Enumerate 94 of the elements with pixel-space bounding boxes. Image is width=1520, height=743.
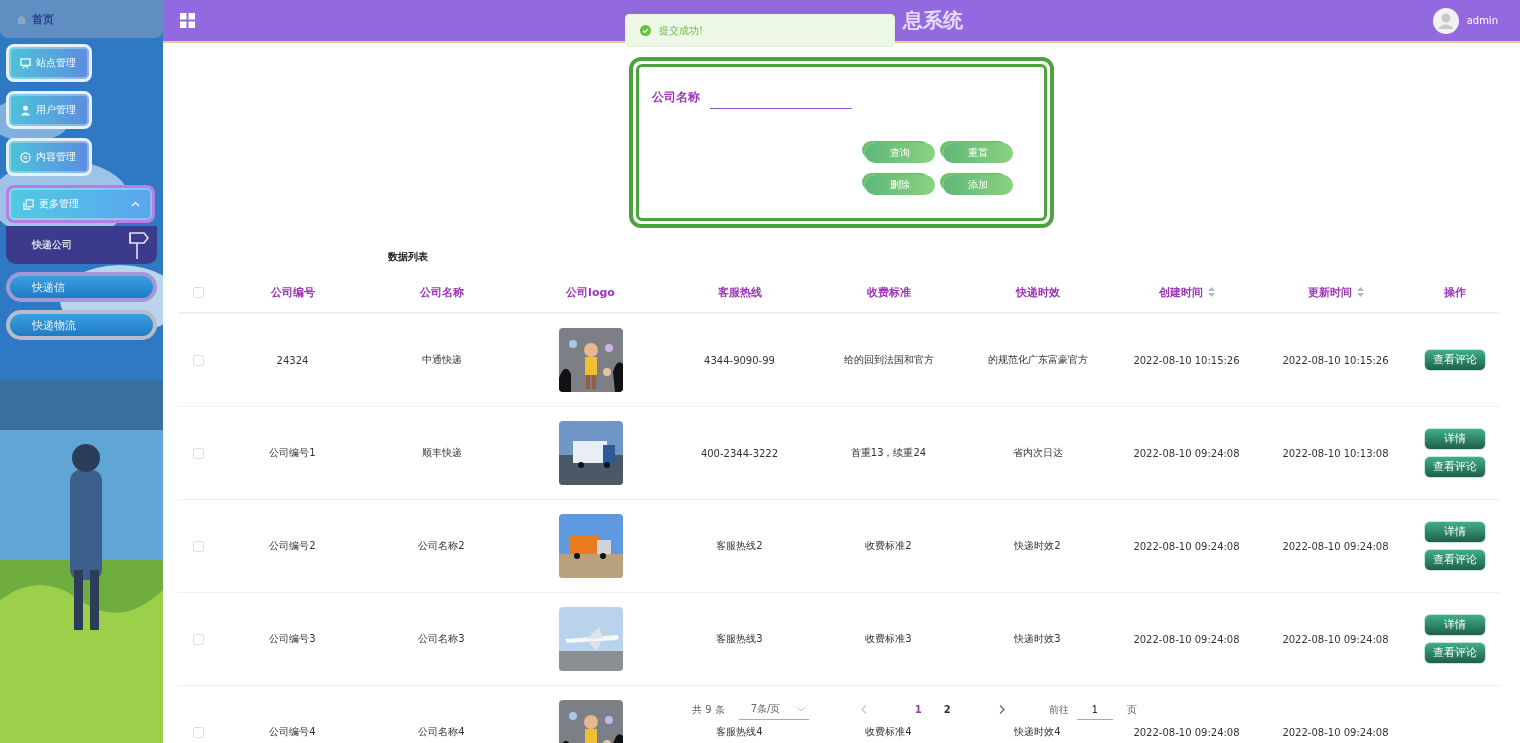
jump-suffix: 页: [1126, 702, 1137, 717]
table-cell: 4344-9090-99: [704, 354, 775, 366]
table-cell: 2022-08-10 09:24:08: [1133, 633, 1240, 645]
column-header: 操作: [1444, 284, 1466, 300]
username: admin: [1466, 15, 1498, 26]
home-link[interactable]: 首页: [0, 0, 163, 38]
table-cell: 收费标准4: [865, 725, 912, 739]
table-cell: 2022-08-10 10:15:26: [1282, 354, 1389, 366]
page-number[interactable]: 2: [939, 704, 955, 715]
user-icon: [20, 104, 31, 116]
table-cell: 公司名称3: [418, 632, 465, 646]
copy-icon: [23, 198, 34, 210]
action-button[interactable]: 详情: [1424, 521, 1486, 543]
table-cell: 2022-08-10 10:15:26: [1133, 354, 1240, 366]
table-cell: 公司编号2: [269, 539, 316, 553]
page-number[interactable]: 1: [910, 704, 926, 715]
row-checkbox[interactable]: [192, 633, 204, 645]
table-cell: 快递时效4: [1014, 725, 1061, 739]
column-header: 快递时效: [1015, 284, 1060, 300]
table-cell: 公司名称4: [418, 725, 465, 739]
prev-page-icon[interactable]: [860, 705, 867, 714]
table-cell: 2022-08-10 09:24:08: [1282, 540, 1389, 552]
page-size-select[interactable]: 7条/页: [738, 699, 809, 720]
table-cell: 2022-08-10 09:24:08: [1133, 726, 1240, 738]
row-checkbox[interactable]: [192, 447, 204, 459]
system-title: 息系统: [903, 7, 963, 34]
action-button[interactable]: 详情: [1424, 428, 1486, 450]
action-button[interactable]: 详情: [1424, 614, 1486, 636]
table-cell: 2022-08-10 09:24:08: [1133, 540, 1240, 552]
table-cell: 24324: [276, 354, 309, 366]
select-all-checkbox[interactable]: [192, 286, 204, 298]
avatar-icon[interactable]: [1432, 7, 1459, 34]
table-cell: 顺丰快递: [421, 446, 462, 460]
toast-message: 提交成功!: [659, 23, 703, 38]
monitor-icon: [20, 57, 31, 69]
menu-item[interactable]: 内容管理: [6, 138, 92, 176]
table-title: 数据列表: [388, 250, 429, 264]
column-header: 客服热线: [717, 284, 762, 300]
jump-label: 前往: [1048, 702, 1069, 717]
table-cell: 客服热线3: [716, 632, 763, 646]
menu-item[interactable]: 用户管理: [6, 91, 92, 129]
sort-icon[interactable]: [1207, 287, 1215, 297]
table-cell: 的规范化广东富豪官方: [987, 353, 1088, 367]
column-header: 更新时间: [1307, 284, 1352, 300]
table-cell: 客服热线2: [716, 539, 763, 553]
chat-icon: [20, 151, 31, 163]
table-cell: 400-2344-3222: [700, 447, 779, 459]
table-cell: 2022-08-10 09:24:08: [1282, 726, 1389, 738]
menu-item[interactable]: 更多管理: [6, 185, 155, 223]
table-cell: 收费标准3: [865, 632, 912, 646]
table-cell: 客服热线4: [716, 725, 763, 739]
table-cell: 公司编号1: [269, 446, 316, 460]
column-header: 公司logo: [566, 284, 615, 300]
table-cell: 首重13，续重24: [850, 446, 927, 460]
column-header: 公司编号: [270, 284, 315, 300]
table-cell: 2022-08-10 10:13:08: [1282, 447, 1389, 459]
submenu-item[interactable]: 快递信: [6, 272, 157, 302]
table-cell: 省内次日达: [1012, 446, 1063, 460]
action-button[interactable]: 查看评论: [1424, 456, 1486, 478]
signpost-icon: [127, 230, 149, 260]
grass-button[interactable]: 添加: [943, 175, 1013, 195]
chevron-down-icon: [796, 706, 805, 712]
check-circle-icon: [640, 25, 651, 36]
menu-item[interactable]: 站点管理: [6, 44, 92, 82]
row-checkbox[interactable]: [192, 726, 204, 738]
grid-menu-icon[interactable]: [180, 13, 195, 28]
column-header: 公司名称: [419, 284, 464, 300]
next-page-icon[interactable]: [998, 705, 1005, 714]
total-count: 共 9 条: [692, 702, 725, 717]
column-header: 创建时间: [1158, 284, 1203, 300]
sort-icon[interactable]: [1356, 287, 1364, 297]
grass-button[interactable]: 删除: [865, 175, 935, 195]
table-cell: 中通快递: [421, 353, 462, 367]
submenu-title: 快递公司: [32, 238, 72, 252]
home-icon: [16, 13, 27, 25]
grass-button[interactable]: 查询: [865, 143, 935, 163]
table-cell: 公司名称2: [418, 539, 465, 553]
table-cell: 给的回到法国和官方: [843, 353, 934, 367]
table-cell: 公司编号3: [269, 632, 316, 646]
field-label: 公司名称: [652, 89, 700, 106]
table-cell: 2022-08-10 09:24:08: [1133, 447, 1240, 459]
row-checkbox[interactable]: [192, 540, 204, 552]
action-button[interactable]: 查看评论: [1424, 349, 1486, 371]
table-cell: 公司编号4: [269, 725, 316, 739]
table-cell: 收费标准2: [865, 539, 912, 553]
table-cell: 快递时效2: [1014, 539, 1061, 553]
submenu-item[interactable]: 快递物流: [6, 310, 157, 340]
table-cell: 快递时效3: [1014, 632, 1061, 646]
grass-button[interactable]: 重置: [943, 143, 1013, 163]
action-button[interactable]: 查看评论: [1424, 549, 1486, 571]
action-button[interactable]: 查看评论: [1424, 642, 1486, 664]
row-checkbox[interactable]: [192, 354, 204, 366]
table-cell: 2022-08-10 09:24:08: [1282, 633, 1389, 645]
column-header: 收费标准: [866, 284, 911, 300]
